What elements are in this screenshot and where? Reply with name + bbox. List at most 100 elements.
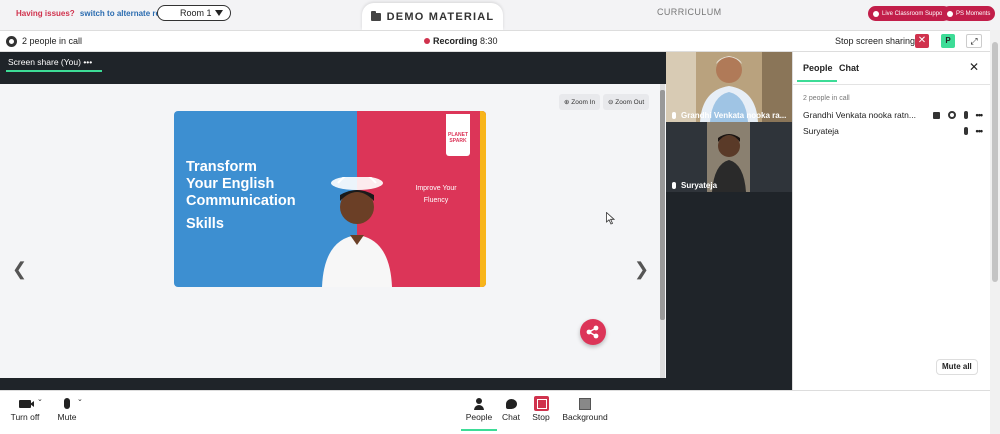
people-label: People — [465, 412, 493, 422]
stop-share-icon — [533, 396, 549, 411]
turn-off-camera-button[interactable]: ⌄ Turn off — [8, 395, 43, 422]
people-panel: People Chat ✕ 2 people in call Grandhi V… — [792, 52, 991, 390]
tab-curriculum[interactable]: CURRICULUM — [657, 7, 722, 17]
slide-title-line: Communication — [186, 193, 296, 209]
mic-icon — [672, 182, 676, 189]
share-top-strip — [0, 72, 666, 84]
slide-yellow-strip — [480, 111, 486, 287]
chevron-down-icon[interactable]: ⌄ — [77, 395, 83, 403]
mic-icon[interactable] — [963, 111, 968, 119]
folder-icon — [370, 10, 381, 21]
share-scrollbar[interactable] — [660, 84, 665, 378]
mute-button[interactable]: ⌄ Mute — [52, 395, 83, 422]
slide-title-line: Skills — [186, 216, 224, 232]
participant-controls: ••• — [963, 126, 984, 136]
zoom-in-button[interactable]: ⊕ Zoom In — [559, 94, 601, 110]
mute-all-button[interactable]: Mute all — [936, 359, 978, 375]
close-icon[interactable]: ✕ — [969, 60, 979, 74]
zoom-out-icon: ⊖ — [608, 99, 614, 106]
gear-icon[interactable] — [6, 36, 17, 47]
previous-slide-arrow-icon[interactable]: ❮ — [12, 259, 27, 280]
support-icon — [873, 10, 879, 17]
people-button[interactable]: People — [461, 395, 497, 431]
video-tile[interactable]: Grandhi Venkata nooka ra... — [666, 52, 792, 122]
planet-spark-logo: PLANET SPARK — [446, 114, 470, 156]
background-button[interactable]: Background — [560, 395, 610, 422]
zoom-in-icon: ⊕ — [564, 99, 570, 106]
share-button[interactable] — [580, 319, 606, 345]
call-header: 2 people in call Recording 8:30 Stop scr… — [0, 30, 990, 52]
issues-question: Having issues? — [16, 9, 75, 18]
panel-divider — [793, 84, 991, 85]
room-select-value: Room 1 — [180, 8, 212, 18]
participant-badge[interactable]: P — [941, 34, 955, 48]
stop-screen-sharing-label[interactable]: Stop screen sharing — [835, 36, 915, 46]
video-column: Grandhi Venkata nooka ra... Suryateja — [666, 52, 792, 390]
chevron-down-icon — [215, 10, 223, 16]
background-icon — [579, 397, 591, 410]
participant-controls: ••• — [932, 110, 984, 120]
turn-off-label: Turn off — [10, 412, 40, 422]
screen-share-icon — [932, 111, 940, 119]
stop-sharing-button[interactable]: Stop — [528, 395, 554, 422]
pin-icon[interactable] — [947, 111, 956, 119]
participant-row[interactable]: Suryateja ••• — [803, 126, 988, 136]
recording-status: Recording 8:30 — [424, 36, 498, 46]
more-options-icon[interactable]: ••• — [976, 110, 984, 120]
recording-dot-icon — [424, 38, 430, 44]
mic-icon — [672, 112, 676, 119]
chat-button[interactable]: Chat — [498, 395, 524, 422]
screen-share-header: Screen share (You) ••• — [0, 52, 666, 72]
participant-name: Suryateja — [803, 126, 839, 136]
page-scrollbar-thumb[interactable] — [992, 42, 998, 282]
zoom-in-label: Zoom In — [571, 98, 596, 106]
tab-chat[interactable]: Chat — [839, 63, 859, 73]
ps-moments-label: PS Moments — [956, 10, 991, 17]
video-participant-name: Grandhi Venkata nooka ra... — [681, 111, 787, 120]
slide-title: Transform Your English Communication Ski… — [186, 159, 296, 233]
camera-icon — [19, 399, 34, 408]
screen-share-view: ⊕ Zoom In ⊖ Zoom Out ❮ ❯ Transform Your … — [0, 84, 666, 378]
tab-demo-material-label: DEMO MATERIAL — [386, 10, 495, 23]
microphone-icon — [64, 398, 70, 409]
recording-label: Recording — [433, 36, 478, 46]
expand-icon[interactable]: ⤢ — [966, 34, 982, 48]
live-support-label: Live Classroom Support — [882, 10, 947, 17]
stop-label: Stop — [532, 412, 550, 422]
more-options-icon[interactable]: ••• — [83, 57, 92, 67]
recording-time: 8:30 — [480, 36, 498, 46]
tab-people[interactable]: People — [797, 63, 837, 82]
chat-bubble-icon — [505, 398, 517, 409]
person-icon — [474, 397, 484, 410]
tab-demo-material[interactable]: DEMO MATERIAL — [362, 3, 503, 30]
share-icon — [586, 325, 599, 339]
ps-moments-button[interactable]: PS Moments — [942, 6, 996, 21]
top-bar: Having issues? switch to alternate room … — [0, 0, 1000, 30]
shared-slide: Transform Your English Communication Ski… — [174, 111, 486, 287]
more-options-icon[interactable]: ••• — [976, 126, 984, 136]
presenter-illustration — [322, 177, 392, 287]
slide-tagline: Improve Your Fluency — [415, 185, 457, 204]
video-tile[interactable]: Suryateja — [666, 122, 792, 192]
participant-name: Grandhi Venkata nooka ratn... — [803, 110, 916, 120]
screen-share-tab[interactable]: Screen share (You) ••• — [5, 57, 103, 72]
zoom-out-button[interactable]: ⊖ Zoom Out — [603, 94, 650, 110]
panel-people-count: 2 people in call — [803, 95, 850, 102]
screen-share-label: Screen share (You) — [8, 57, 81, 67]
page-scrollbar[interactable] — [990, 30, 1000, 434]
video-tile-name: Grandhi Venkata nooka ra... — [672, 111, 786, 120]
slide-title-line: Transform — [186, 159, 257, 175]
share-bottom-strip — [0, 378, 666, 390]
room-select[interactable]: Room 1 — [157, 5, 231, 21]
video-participant-name: Suryateja — [681, 181, 718, 190]
video-tile-name: Suryateja — [672, 181, 717, 190]
slide-title-line: Your English — [186, 176, 275, 192]
stop-sharing-close-icon[interactable]: ✕ — [915, 34, 929, 48]
next-slide-arrow-icon[interactable]: ❯ — [634, 259, 649, 280]
participant-row[interactable]: Grandhi Venkata nooka ratn... ••• — [803, 110, 988, 120]
live-support-button[interactable]: Live Classroom Support — [868, 6, 952, 21]
chevron-down-icon[interactable]: ⌄ — [37, 395, 43, 403]
mute-label: Mute — [57, 412, 77, 422]
mic-icon[interactable] — [963, 127, 968, 135]
share-scrollbar-thumb[interactable] — [660, 90, 665, 320]
